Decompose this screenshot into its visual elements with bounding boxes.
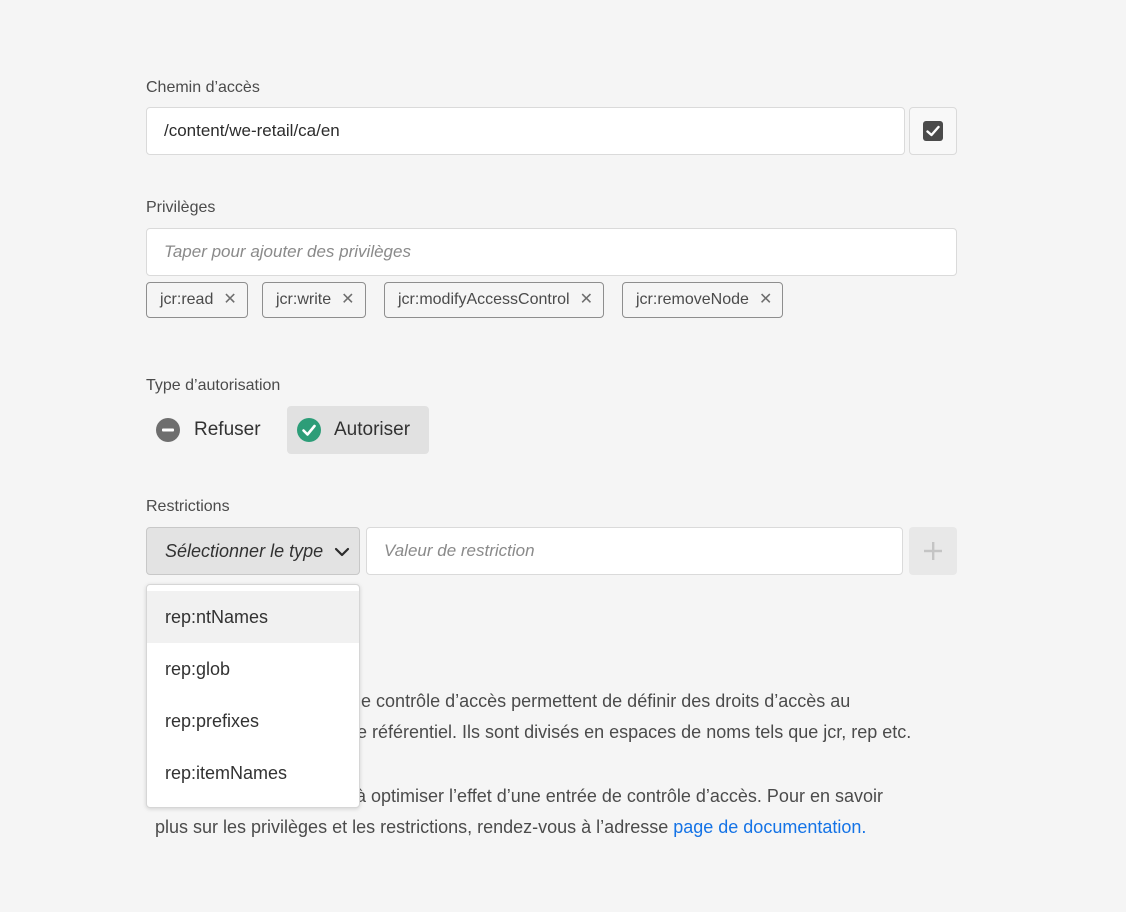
path-value: /content/we-retail/ca/en bbox=[164, 121, 340, 140]
privilege-tag: jcr:removeNode ✕ bbox=[622, 282, 784, 318]
privilege-tag: jcr:write ✕ bbox=[262, 282, 366, 318]
privilege-tag: jcr:read ✕ bbox=[146, 282, 248, 318]
select-placeholder: Sélectionner le type bbox=[165, 540, 324, 561]
permission-type-label: Type d’autorisation bbox=[146, 377, 281, 394]
plus-icon bbox=[924, 542, 942, 560]
dropdown-option[interactable]: rep:itemNames bbox=[147, 747, 359, 799]
checkbox-checked-icon bbox=[923, 121, 943, 141]
tag-label: jcr:read bbox=[160, 291, 214, 308]
description-text: ent à optimiser l’effet d’une entrée de … bbox=[326, 786, 883, 806]
chevron-down-icon bbox=[334, 547, 350, 557]
privilege-tag: jcr:modifyAccessControl ✕ bbox=[384, 282, 605, 318]
checkmark-circle-icon bbox=[297, 418, 321, 442]
restriction-type-dropdown: rep:ntNames rep:glob rep:prefixes rep:it… bbox=[146, 584, 360, 808]
close-icon[interactable]: ✕ bbox=[580, 292, 593, 308]
dropdown-option[interactable]: rep:glob bbox=[147, 643, 359, 695]
privileges-label: Privilèges bbox=[146, 199, 216, 216]
restrictions-label: Restrictions bbox=[146, 498, 230, 515]
dropdown-option[interactable]: rep:ntNames bbox=[147, 591, 359, 643]
add-restriction-button[interactable] bbox=[909, 527, 957, 575]
restriction-value-input[interactable]: Valeur de restriction bbox=[366, 527, 903, 575]
path-checkbox[interactable] bbox=[909, 107, 957, 155]
privileges-placeholder: Taper pour ajouter des privilèges bbox=[164, 242, 411, 261]
restriction-value-placeholder: Valeur de restriction bbox=[384, 541, 535, 560]
close-icon[interactable]: ✕ bbox=[759, 292, 772, 308]
minus-circle-icon bbox=[156, 418, 180, 442]
tag-label: jcr:write bbox=[276, 291, 332, 308]
description-text: plus sur les privilèges et les restricti… bbox=[155, 817, 674, 837]
tag-label: jcr:modifyAccessControl bbox=[398, 291, 570, 308]
path-label: Chemin d’accès bbox=[146, 79, 260, 96]
tag-label: jcr:removeNode bbox=[636, 291, 749, 308]
description-text: ée de contrôle d’accès permettent de déf… bbox=[326, 691, 851, 711]
privileges-input[interactable]: Taper pour ajouter des privilèges bbox=[146, 228, 957, 276]
allow-label: Autoriser bbox=[334, 419, 411, 440]
description-text: s le référentiel. Ils sont divisés en es… bbox=[339, 722, 912, 742]
dropdown-option[interactable]: rep:prefixes bbox=[147, 695, 359, 747]
path-input[interactable]: /content/we-retail/ca/en bbox=[146, 107, 905, 155]
allow-option[interactable]: Autoriser bbox=[287, 406, 429, 454]
deny-label: Refuser bbox=[194, 419, 261, 440]
documentation-link[interactable]: page de documentation. bbox=[673, 817, 866, 837]
close-icon[interactable]: ✕ bbox=[223, 292, 236, 308]
description-line: plus sur les privilèges et les restricti… bbox=[155, 812, 975, 843]
restriction-type-select[interactable]: Sélectionner le type bbox=[146, 527, 360, 575]
close-icon[interactable]: ✕ bbox=[341, 292, 354, 308]
deny-option[interactable]: Refuser bbox=[146, 406, 274, 454]
